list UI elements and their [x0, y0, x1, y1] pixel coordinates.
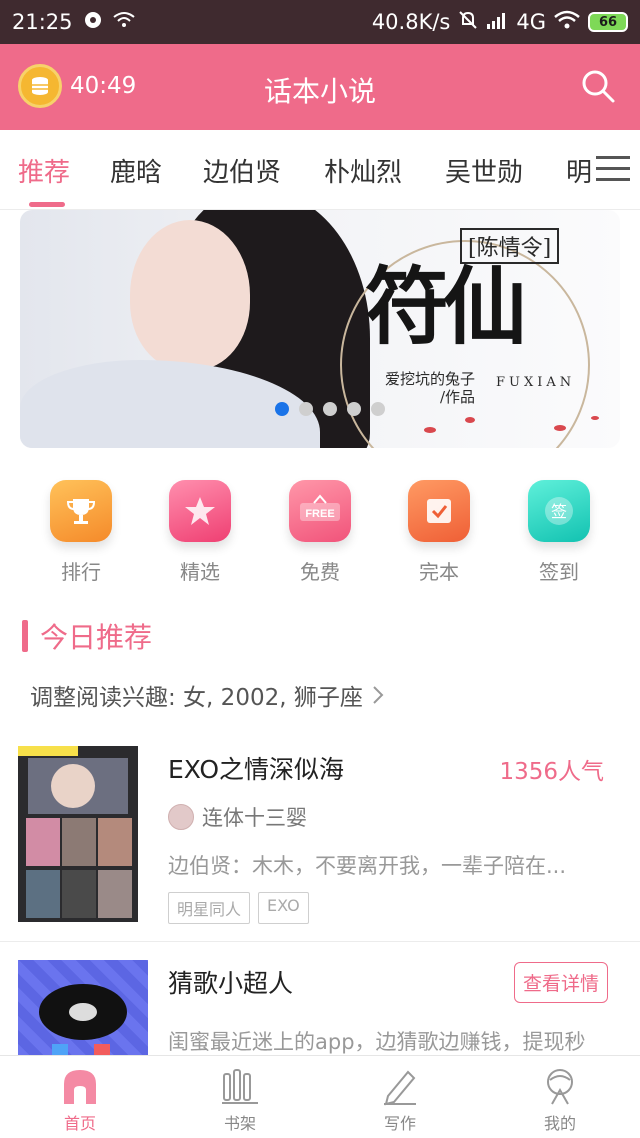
- search-icon: [582, 70, 615, 103]
- pen-icon: [380, 1066, 420, 1106]
- ad-title: 猜歌小超人: [168, 969, 294, 998]
- nav-profile-label: 我的: [543, 1114, 576, 1133]
- carousel-dot[interactable]: [371, 402, 385, 416]
- tab-wushixun[interactable]: 吴世勋: [445, 152, 523, 189]
- app-header: 40:49 话本小说: [0, 44, 640, 130]
- book-description: 边伯贤：木木，不要离开我，一辈子陪在...: [168, 854, 567, 878]
- book-title: EXO之情深似海: [168, 755, 345, 784]
- carousel-dots: [275, 402, 385, 416]
- interest-text: 调整阅读兴趣: 女, 2002, 狮子座: [30, 685, 363, 711]
- petals-decor: [424, 416, 599, 433]
- section-header: 今日推荐: [22, 616, 152, 656]
- tab-luhan[interactable]: 鹿晗: [110, 152, 162, 189]
- trophy-icon: [50, 480, 112, 542]
- mute-icon: [458, 10, 478, 35]
- ad-description: 闺蜜最近迷上的app，边猜歌边赚钱，提现秒: [168, 1030, 586, 1054]
- tab-ming[interactable]: 明: [566, 152, 592, 189]
- status-time: 21:25: [12, 10, 73, 34]
- book-popularity: 1356人气: [499, 759, 604, 785]
- checkin-icon: 签: [528, 480, 590, 542]
- quick-ranking[interactable]: 排行: [36, 480, 126, 585]
- book-tags: 明星同人 EXO: [168, 892, 309, 924]
- carousel-dot[interactable]: [299, 402, 313, 416]
- menu-line: [596, 178, 630, 181]
- book-tag[interactable]: 明星同人: [168, 892, 251, 924]
- ad-cover: [18, 960, 148, 1058]
- nav-home-label: 首页: [63, 1114, 96, 1133]
- bookshelf-icon: [220, 1066, 260, 1106]
- quick-free[interactable]: FREE 免费: [275, 480, 365, 585]
- signal-icon: [486, 10, 508, 34]
- active-tab-indicator: [29, 202, 65, 207]
- app-title: 话本小说: [263, 75, 376, 108]
- wifi-icon: [554, 10, 580, 35]
- battery-icon: 66: [588, 12, 628, 32]
- quick-free-label: 免费: [300, 560, 340, 584]
- banner-author-name: 爱挖坑的兔子: [384, 370, 475, 388]
- status-bar: 21:25 40.8K/s 4G 66: [0, 0, 640, 44]
- svg-text:签: 签: [551, 502, 567, 521]
- quick-menu: 排行 精选 FREE 免费 完本 签 签到: [0, 480, 640, 590]
- avatar: [168, 804, 194, 830]
- network-type: 4G: [516, 10, 546, 34]
- banner-figure-face: [130, 220, 250, 370]
- carousel-dot[interactable]: [323, 402, 337, 416]
- search-button[interactable]: [580, 68, 616, 104]
- tab-recommend[interactable]: 推荐: [18, 152, 70, 189]
- book-item[interactable]: EXO之情深似海 1356人气 连体十三婴 边伯贤：木木，不要离开我，一辈子陪在…: [0, 746, 640, 942]
- ad-item[interactable]: 猜歌小超人 查看详情 闺蜜最近迷上的app，边猜歌边赚钱，提现秒: [0, 960, 640, 1060]
- banner-carousel[interactable]: [陈情令] 符仙 爱挖坑的兔子 /作品 FUXIAN: [20, 210, 620, 448]
- svg-text:FREE: FREE: [305, 508, 334, 520]
- menu-line: [596, 167, 630, 170]
- nav-profile[interactable]: 我的: [520, 1066, 600, 1134]
- nav-bookshelf[interactable]: 书架: [200, 1066, 280, 1134]
- carousel-dot[interactable]: [347, 402, 361, 416]
- menu-line: [596, 156, 630, 159]
- quick-completed-label: 完本: [419, 560, 459, 584]
- adjust-interest-link[interactable]: 调整阅读兴趣: 女, 2002, 狮子座: [30, 678, 385, 712]
- section-accent-bar: [22, 620, 28, 652]
- tab-piaocanlie[interactable]: 朴灿烈: [324, 152, 402, 189]
- carousel-dot-active[interactable]: [275, 402, 289, 416]
- profile-icon: [540, 1066, 580, 1106]
- free-icon: FREE: [289, 480, 351, 542]
- check-icon: [408, 480, 470, 542]
- banner-latin: FUXIAN: [496, 375, 576, 390]
- quick-featured[interactable]: 精选: [155, 480, 245, 585]
- quick-ranking-label: 排行: [61, 560, 101, 584]
- star-icon: [169, 480, 231, 542]
- wifi-small-icon: [112, 10, 135, 34]
- section-title: 今日推荐: [40, 621, 153, 654]
- chevron-right-icon: [373, 686, 384, 704]
- quick-featured-label: 精选: [180, 560, 220, 584]
- nav-home[interactable]: 首页: [40, 1066, 120, 1134]
- nav-write[interactable]: 写作: [360, 1066, 440, 1134]
- quick-checkin[interactable]: 签 签到: [514, 480, 604, 585]
- banner-calligraphy: 符仙: [365, 257, 527, 356]
- nav-bookshelf-label: 书架: [223, 1114, 256, 1133]
- nav-write-label: 写作: [383, 1114, 416, 1133]
- banner-author: 爱挖坑的兔子 /作品: [355, 370, 475, 406]
- quick-checkin-label: 签到: [539, 560, 579, 584]
- book-author-row: 连体十三婴: [168, 802, 307, 832]
- category-tabs: 推荐 鹿晗 边伯贤 朴灿烈 吴世勋 明: [0, 130, 640, 210]
- quick-completed[interactable]: 完本: [394, 480, 484, 585]
- bottom-nav: 首页 书架 写作 我的: [0, 1055, 640, 1138]
- book-cover: [18, 746, 138, 922]
- book-tag[interactable]: EXO: [258, 892, 309, 924]
- tab-menu-button[interactable]: [596, 156, 630, 184]
- tab-bianboxian[interactable]: 边伯贤: [203, 152, 281, 189]
- view-details-button[interactable]: 查看详情: [513, 962, 608, 1003]
- home-icon: [60, 1066, 100, 1106]
- notification-icon: [83, 10, 103, 35]
- network-speed: 40.8K/s: [371, 10, 451, 34]
- book-author: 连体十三婴: [202, 806, 307, 830]
